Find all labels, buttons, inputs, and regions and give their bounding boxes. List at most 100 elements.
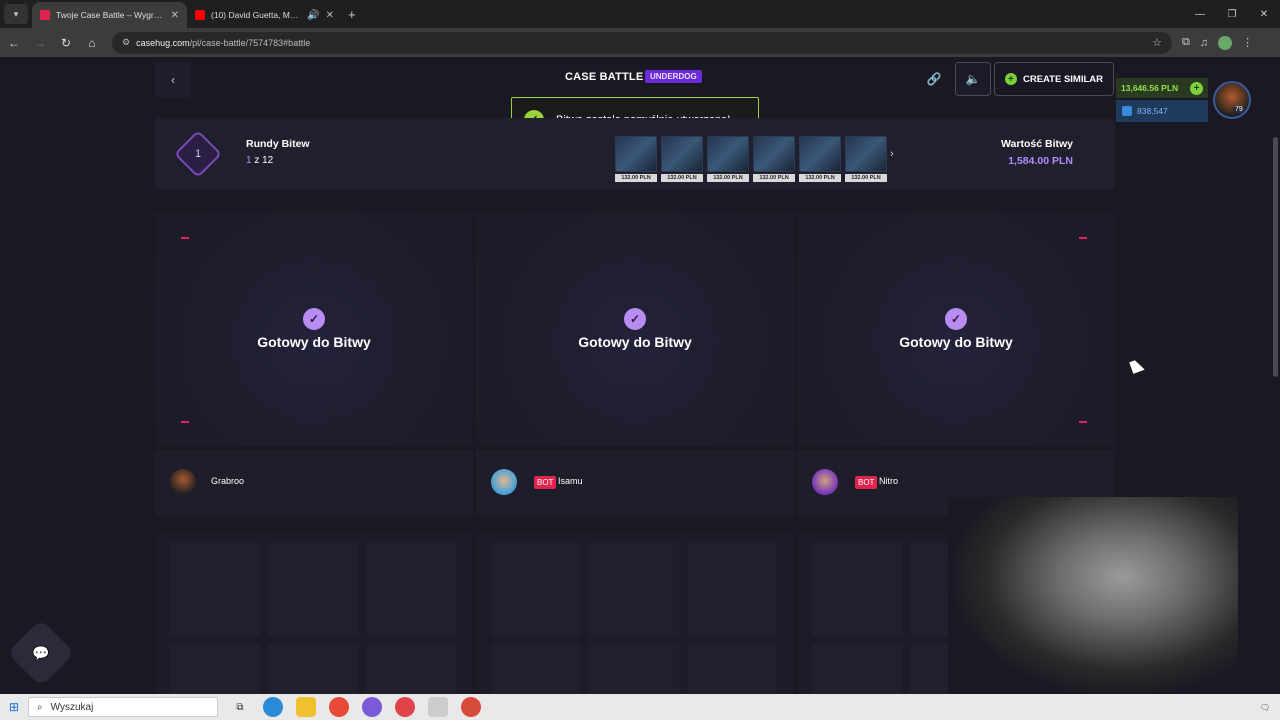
app-icon[interactable] [362,697,382,717]
case-list: 132.00 PLN 132.00 PLN 132.00 PLN 132.00 … [615,136,887,184]
plus-icon: + [1004,73,1017,85]
close-window-icon[interactable]: ✕ [1248,0,1280,28]
item-placeholder [491,542,581,636]
case-price: 132.00 PLN [707,174,749,182]
back-button[interactable]: ‹ [155,62,191,98]
user-avatar[interactable] [1213,81,1251,119]
app-icon[interactable] [461,697,481,717]
edge-icon[interactable] [263,697,283,717]
player-name[interactable]: Nitro [879,476,898,486]
gems-amount: 838,547 [1137,106,1168,116]
search-icon: ⌕ [37,701,43,713]
add-funds-icon[interactable]: + [1190,81,1203,95]
case-item[interactable]: 132.00 PLN [845,136,887,184]
chrome-icon[interactable] [329,697,349,717]
back-icon[interactable]: ← [2,31,26,55]
windows-taskbar: ⊞ ⌕ Wyszukaj ⧉ 🗨 [0,694,1280,720]
battle-value-label: Wartość Bitwy [1001,138,1073,150]
close-tab-icon[interactable]: ✕ [326,10,334,21]
case-item[interactable]: 132.00 PLN [753,136,795,184]
profile-avatar[interactable] [1218,35,1233,50]
copy-link-button[interactable]: 🔗 [916,62,952,96]
extensions-icon[interactable]: ⧉ [1182,36,1190,49]
slot-marker [1079,237,1087,239]
task-view-icon[interactable]: ⧉ [230,697,250,717]
slot-marker [181,237,189,239]
media-control-icon[interactable]: ♫ [1200,37,1208,49]
item-placeholder [812,542,902,636]
app-icon[interactable] [428,697,448,717]
youtube-favicon-icon [195,10,205,20]
case-image [661,136,703,172]
player-slot: ✓ Gotowy do Bitwy [797,212,1115,446]
gem-icon [1122,106,1132,116]
avatar[interactable] [812,469,838,495]
case-image [753,136,795,172]
tab-youtube[interactable]: (10) David Guetta, MEDUZA 🔊 ✕ [187,2,342,28]
current-round-number: 1 [194,148,202,160]
case-price: 132.00 PLN [845,174,887,182]
create-similar-button[interactable]: + CREATE SIMILAR [994,62,1114,96]
taskbar-search[interactable]: ⌕ Wyszukaj [28,697,218,717]
ready-status: Gotowy do Bitwy [578,334,692,350]
notification-icon[interactable]: 🗨 [1260,703,1270,712]
player-name[interactable]: Grabroo [211,476,244,486]
case-price: 132.00 PLN [661,174,703,182]
tab-title: Twoje Case Battle – Wygrywaj s [56,10,165,20]
item-placeholder [268,542,358,636]
battle-value-amount: 1,584.00 PLN [1008,155,1073,167]
scrollbar-thumb[interactable] [1273,137,1278,377]
site-info-icon[interactable]: ⚙ [122,37,130,48]
item-placeholder [589,644,679,694]
home-icon[interactable]: ⌂ [80,31,104,55]
battle-rounds-bar: 1 Rundy Bitew 1 z 12 132.00 PLN 132.00 P… [155,118,1115,189]
address-bar[interactable]: ⚙ casehug.com/pl/case-battle/7574783#bat… [112,31,1172,54]
app-icon[interactable] [395,697,415,717]
player-name[interactable]: Isamu [558,476,583,486]
sound-toggle-button[interactable]: 🔈 [955,62,991,96]
case-price: 132.00 PLN [799,174,841,182]
speaker-icon: 🔈 [965,72,981,86]
chevron-right-icon[interactable]: › [890,148,894,160]
case-item[interactable]: 132.00 PLN [799,136,841,184]
tab-case-battle[interactable]: Twoje Case Battle – Wygrywaj s ✕ [32,2,187,28]
audio-icon[interactable]: 🔊 [307,10,319,21]
page-content: ‹ CASE BATTLE UNDERDOG 🔗 🔈 + CREATE SIMI… [0,57,1280,694]
avatar[interactable] [170,469,196,495]
windows-start-icon[interactable]: ⊞ [0,700,28,714]
reload-icon[interactable]: ↻ [54,31,78,55]
drop-items-area [476,534,794,694]
page-scrollbar[interactable] [1270,57,1280,694]
player-slot: ✓ Gotowy do Bitwy [476,212,794,446]
case-item[interactable]: 132.00 PLN [707,136,749,184]
bot-badge: BOT [855,476,878,489]
tab-title: (10) David Guetta, MEDUZA [211,10,302,20]
item-placeholder [687,542,777,636]
item-placeholder [491,644,581,694]
close-tab-icon[interactable]: ✕ [171,10,179,21]
avatar[interactable] [491,469,517,495]
browser-toolbar: ← → ↻ ⌂ ⚙ casehug.com/pl/case-battle/757… [0,28,1280,57]
forward-icon[interactable]: → [28,31,52,55]
menu-icon[interactable]: ⋮ [1242,36,1253,49]
ready-check-icon: ✓ [624,308,646,330]
mouse-cursor-icon [1129,358,1145,374]
player-slot: ✓ Gotowy do Bitwy [155,212,473,446]
case-item[interactable]: 132.00 PLN [661,136,703,184]
file-explorer-icon[interactable] [296,697,316,717]
restore-icon[interactable]: ❐ [1216,0,1248,28]
minimize-icon[interactable]: — [1184,0,1216,28]
mode-badge: UNDERDOG [645,70,702,83]
window-controls: — ❐ ✕ [1184,0,1280,28]
tab-search-icon[interactable]: ▾ [4,4,28,24]
case-item[interactable]: 132.00 PLN [615,136,657,184]
link-icon: 🔗 [926,72,942,86]
new-tab-button[interactable]: + [348,7,356,22]
player-card: BOT Isamu [476,450,794,516]
balance-display: 13,646.56 PLN + [1116,78,1208,98]
ready-check-icon: ✓ [945,308,967,330]
item-placeholder [589,542,679,636]
item-placeholder [268,644,358,694]
ready-status: Gotowy do Bitwy [899,334,1013,350]
bookmark-star-icon[interactable]: ☆ [1152,36,1162,49]
